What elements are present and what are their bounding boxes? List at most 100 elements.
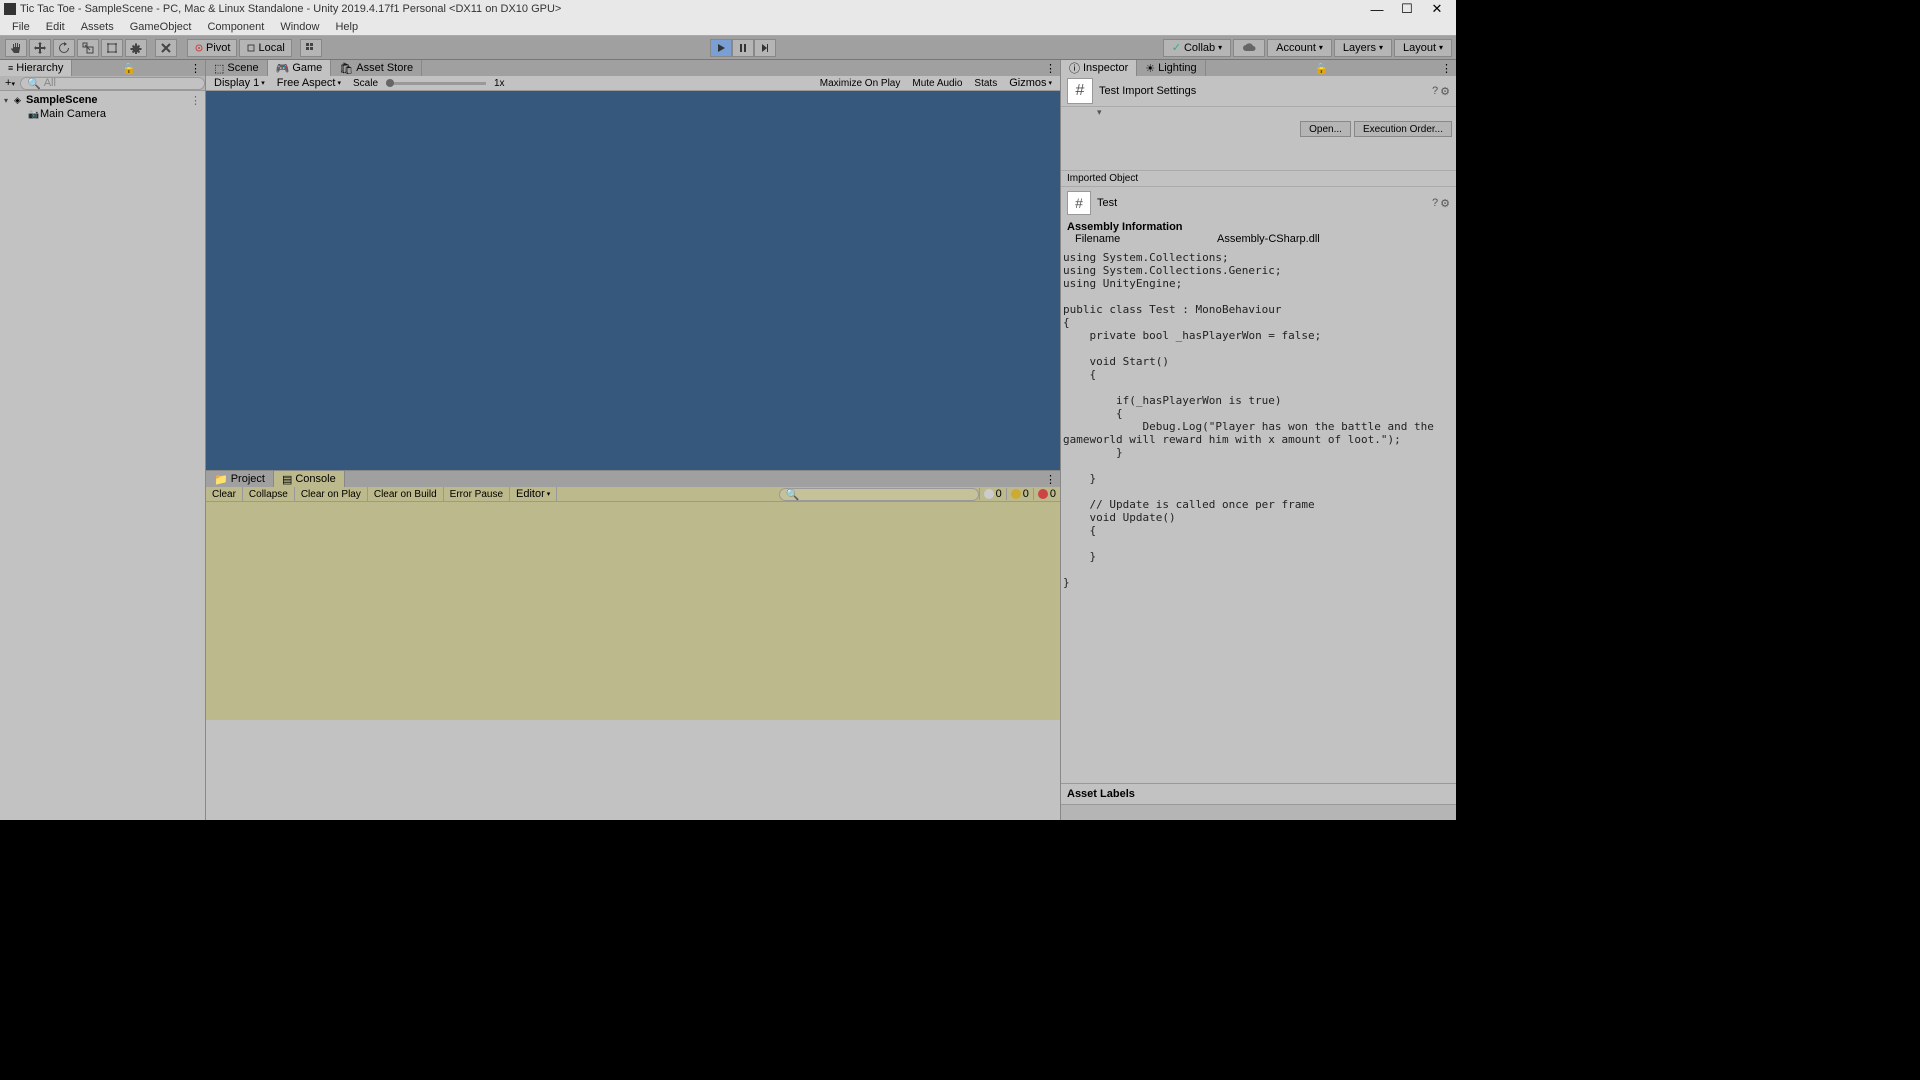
assembly-info: Assembly Information Filename Assembly-C… xyxy=(1061,219,1456,247)
inspector-header: # Test Import Settings ?⚙ xyxy=(1061,76,1456,107)
tab-lighting[interactable]: ☀Lighting xyxy=(1137,60,1205,76)
collapse-button[interactable]: Collapse xyxy=(243,487,295,502)
imported-object-label: Imported Object xyxy=(1061,170,1456,187)
inspector-lock-icon[interactable]: 🔒 xyxy=(1310,62,1332,75)
folder-icon: 📁 xyxy=(214,473,228,486)
scale-tool[interactable] xyxy=(77,39,99,57)
csharp-script-icon: # xyxy=(1067,78,1093,104)
unity-scene-icon: ◈ xyxy=(14,95,26,106)
move-tool[interactable] xyxy=(29,39,51,57)
layers-dropdown[interactable]: Layers▾ xyxy=(1334,39,1392,57)
gameobject-row[interactable]: 📷 Main Camera xyxy=(0,107,205,121)
help-icon[interactable]: ? xyxy=(1432,197,1438,210)
maximize-on-play[interactable]: Maximize On Play xyxy=(816,78,905,89)
error-icon xyxy=(1038,489,1048,499)
tab-hierarchy[interactable]: ≡Hierarchy xyxy=(0,60,72,76)
stats-toggle[interactable]: Stats xyxy=(970,78,1001,89)
scale-slider[interactable] xyxy=(386,82,486,85)
clear-button[interactable]: Clear xyxy=(206,487,243,502)
local-toggle[interactable]: Local xyxy=(239,39,291,57)
hierarchy-lock-icon[interactable]: 🔒 xyxy=(118,62,140,75)
inspector-context-icon[interactable]: ⋮ xyxy=(1437,62,1456,75)
tab-asset-store[interactable]: 🛍Asset Store xyxy=(331,60,422,76)
menu-window[interactable]: Window xyxy=(272,19,327,35)
inspector-icon: ⓘ xyxy=(1069,60,1080,76)
search-icon: 🔍 xyxy=(786,488,800,501)
console-context-icon[interactable]: ⋮ xyxy=(1041,473,1060,486)
account-dropdown[interactable]: Account▾ xyxy=(1267,39,1332,57)
csharp-script-icon: # xyxy=(1067,191,1091,215)
settings-icon[interactable]: ⚙ xyxy=(1440,85,1450,98)
error-count[interactable]: 0 xyxy=(1033,488,1060,500)
menu-edit[interactable]: Edit xyxy=(38,19,73,35)
hierarchy-add-button[interactable]: +▾ xyxy=(0,77,20,89)
game-icon: 🎮 xyxy=(276,62,290,75)
menu-help[interactable]: Help xyxy=(327,19,366,35)
gizmos-dropdown[interactable]: Gizmos▾ xyxy=(1005,77,1056,89)
tab-console[interactable]: ▤Console xyxy=(274,471,345,487)
settings-icon[interactable]: ⚙ xyxy=(1440,197,1450,210)
display-dropdown[interactable]: Display 1▾ xyxy=(210,77,269,89)
unity-icon xyxy=(4,3,16,15)
scene-row[interactable]: ▾ ◈ SampleScene ⋮ xyxy=(0,93,205,107)
hierarchy-panel: ≡Hierarchy 🔒 ⋮ +▾ 🔍All ▾ ◈ SampleScene ⋮… xyxy=(0,60,206,820)
menu-component[interactable]: Component xyxy=(199,19,272,35)
chevron-down-icon[interactable]: ▾ xyxy=(4,96,14,105)
menu-assets[interactable]: Assets xyxy=(73,19,122,35)
cloud-button[interactable] xyxy=(1233,39,1265,57)
collab-button[interactable]: ✓Collab▾ xyxy=(1163,39,1231,57)
import-settings-title: Test Import Settings xyxy=(1099,85,1196,97)
warn-count[interactable]: 0 xyxy=(1006,488,1033,500)
layout-dropdown[interactable]: Layout▾ xyxy=(1394,39,1452,57)
hierarchy-search[interactable]: 🔍All xyxy=(20,77,205,90)
minimize-button[interactable]: — xyxy=(1362,1,1392,17)
open-button[interactable]: Open... xyxy=(1300,121,1351,137)
main-area: ≡Hierarchy 🔒 ⋮ +▾ 🔍All ▾ ◈ SampleScene ⋮… xyxy=(0,60,1456,820)
hierarchy-context-icon[interactable]: ⋮ xyxy=(186,62,205,75)
maximize-button[interactable]: ☐ xyxy=(1392,1,1422,17)
tab-game[interactable]: 🎮Game xyxy=(268,60,332,76)
camera-icon: 📷 xyxy=(28,109,40,120)
toolbar: Pivot Local ✓Collab▾ Account▾ Layers▾ La… xyxy=(0,36,1456,60)
step-button[interactable] xyxy=(754,39,776,57)
scene-context-icon[interactable]: ⋮ xyxy=(190,94,205,107)
asset-labels-section: Asset Labels xyxy=(1061,783,1456,804)
rotate-tool[interactable] xyxy=(53,39,75,57)
view-context-icon[interactable]: ⋮ xyxy=(1041,62,1060,75)
error-pause-button[interactable]: Error Pause xyxy=(444,487,510,502)
transform-tool[interactable] xyxy=(125,39,147,57)
editor-dropdown[interactable]: Editor▾ xyxy=(510,487,557,502)
aspect-dropdown[interactable]: Free Aspect▾ xyxy=(273,77,345,89)
search-icon: 🔍 xyxy=(27,77,41,90)
tab-project[interactable]: 📁Project xyxy=(206,471,274,487)
clear-on-play-button[interactable]: Clear on Play xyxy=(295,487,368,502)
console-body[interactable] xyxy=(206,502,1060,720)
execution-order-button[interactable]: Execution Order... xyxy=(1354,121,1452,137)
play-button[interactable] xyxy=(710,39,732,57)
mute-audio[interactable]: Mute Audio xyxy=(908,78,966,89)
game-viewport[interactable] xyxy=(206,91,1060,470)
object-name: Test xyxy=(1097,197,1117,209)
play-controls xyxy=(710,39,776,57)
console-search[interactable]: 🔍 xyxy=(779,488,979,501)
slider-thumb[interactable] xyxy=(386,79,394,87)
help-icon[interactable]: ? xyxy=(1432,85,1438,98)
console-icon: ▤ xyxy=(282,473,292,486)
info-icon xyxy=(984,489,994,499)
snap-toggle[interactable] xyxy=(300,39,322,57)
clear-on-build-button[interactable]: Clear on Build xyxy=(368,487,444,502)
info-count[interactable]: 0 xyxy=(979,488,1006,500)
rect-tool[interactable] xyxy=(101,39,123,57)
pivot-toggle[interactable]: Pivot xyxy=(187,39,237,57)
warning-icon xyxy=(1011,489,1021,499)
menu-file[interactable]: File xyxy=(4,19,38,35)
imported-object-header: # Test ?⚙ xyxy=(1061,187,1456,219)
tab-scene[interactable]: ⬚Scene xyxy=(206,60,268,76)
hand-tool[interactable] xyxy=(5,39,27,57)
filename-label: Filename xyxy=(1067,233,1217,245)
menu-gameobject[interactable]: GameObject xyxy=(122,19,200,35)
pause-button[interactable] xyxy=(732,39,754,57)
tab-inspector[interactable]: ⓘInspector xyxy=(1061,60,1137,76)
custom-tool[interactable] xyxy=(155,39,177,57)
close-button[interactable]: ✕ xyxy=(1422,1,1452,17)
